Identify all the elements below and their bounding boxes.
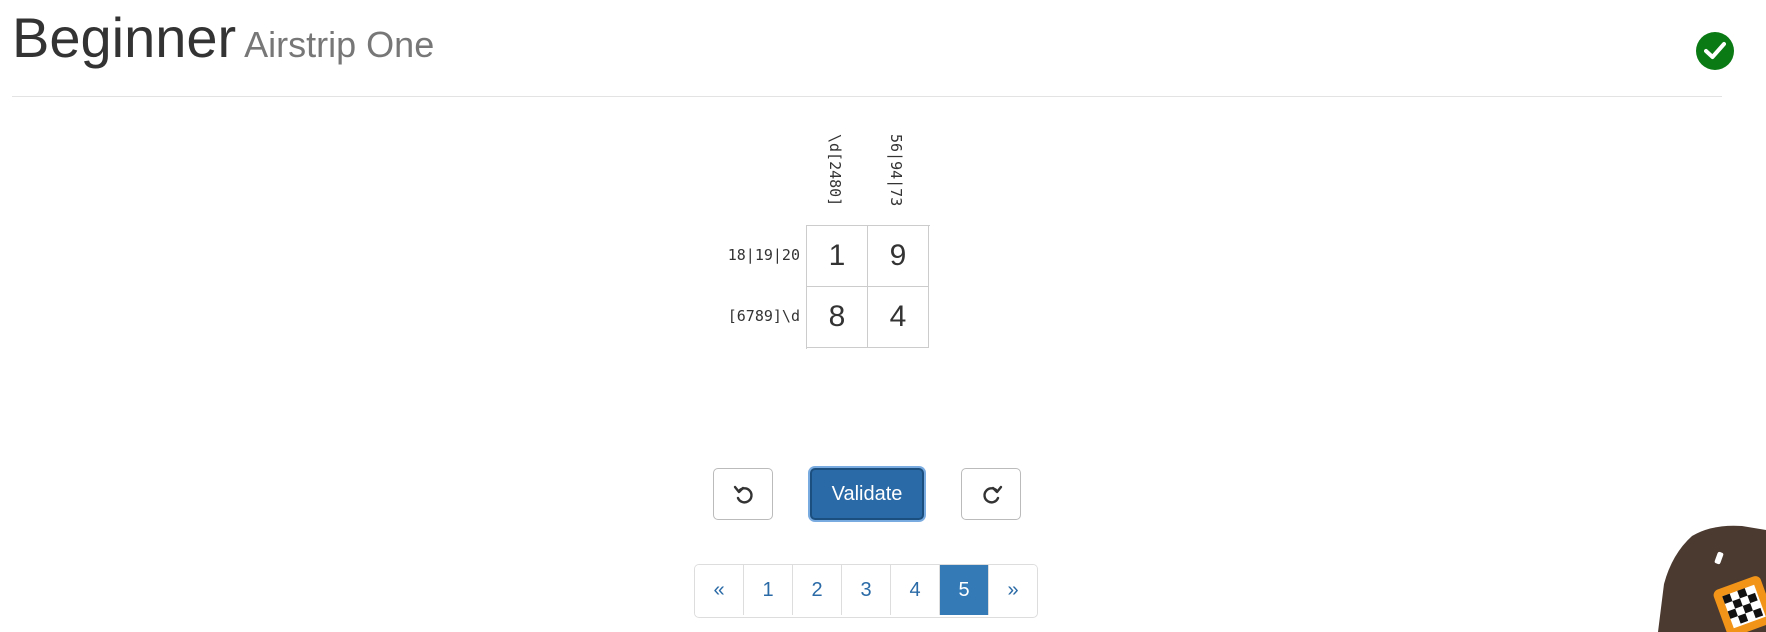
pagination-next[interactable]: » xyxy=(989,565,1037,615)
page-title: Beginner Airstrip One xyxy=(12,6,434,77)
status-badge xyxy=(1696,32,1734,70)
redo-button[interactable] xyxy=(961,468,1021,520)
grid-cell[interactable]: 4 xyxy=(868,287,929,348)
column-clue: \d[2480] xyxy=(826,134,844,207)
title-text: Beginner xyxy=(12,6,237,69)
grid-cell[interactable]: 8 xyxy=(807,287,868,348)
grid-cell[interactable]: 1 xyxy=(807,226,868,287)
validate-button[interactable]: Validate xyxy=(810,468,924,520)
pagination-prev[interactable]: « xyxy=(695,565,744,615)
row-clue: [6789]\d xyxy=(727,307,800,325)
undo-button[interactable] xyxy=(713,468,773,520)
page-link-3[interactable]: 3 xyxy=(842,565,891,615)
undo-icon xyxy=(733,485,753,504)
page-link-4[interactable]: 4 xyxy=(891,565,940,615)
page-link-2[interactable]: 2 xyxy=(793,565,842,615)
page-link-1[interactable]: 1 xyxy=(744,565,793,615)
grid-cell[interactable]: 9 xyxy=(868,226,929,287)
page: Beginner Airstrip One \d[2480] 56|94|73 1… xyxy=(0,0,1766,632)
page-header: Beginner Airstrip One xyxy=(12,0,1734,97)
page-subtitle: Airstrip One xyxy=(244,24,435,65)
puzzle-grid: 1 9 8 4 xyxy=(806,225,930,349)
mascot-shirt-icon xyxy=(1658,525,1766,632)
mascot-image xyxy=(1652,524,1766,632)
page-link-5[interactable]: 5 xyxy=(940,565,989,615)
column-clue: 56|94|73 xyxy=(887,134,905,207)
pagination: « 1 2 3 4 5 » xyxy=(694,564,1038,618)
check-circle-icon xyxy=(1704,42,1726,59)
row-clue: 18|19|20 xyxy=(727,246,800,264)
redo-icon xyxy=(983,485,1003,504)
